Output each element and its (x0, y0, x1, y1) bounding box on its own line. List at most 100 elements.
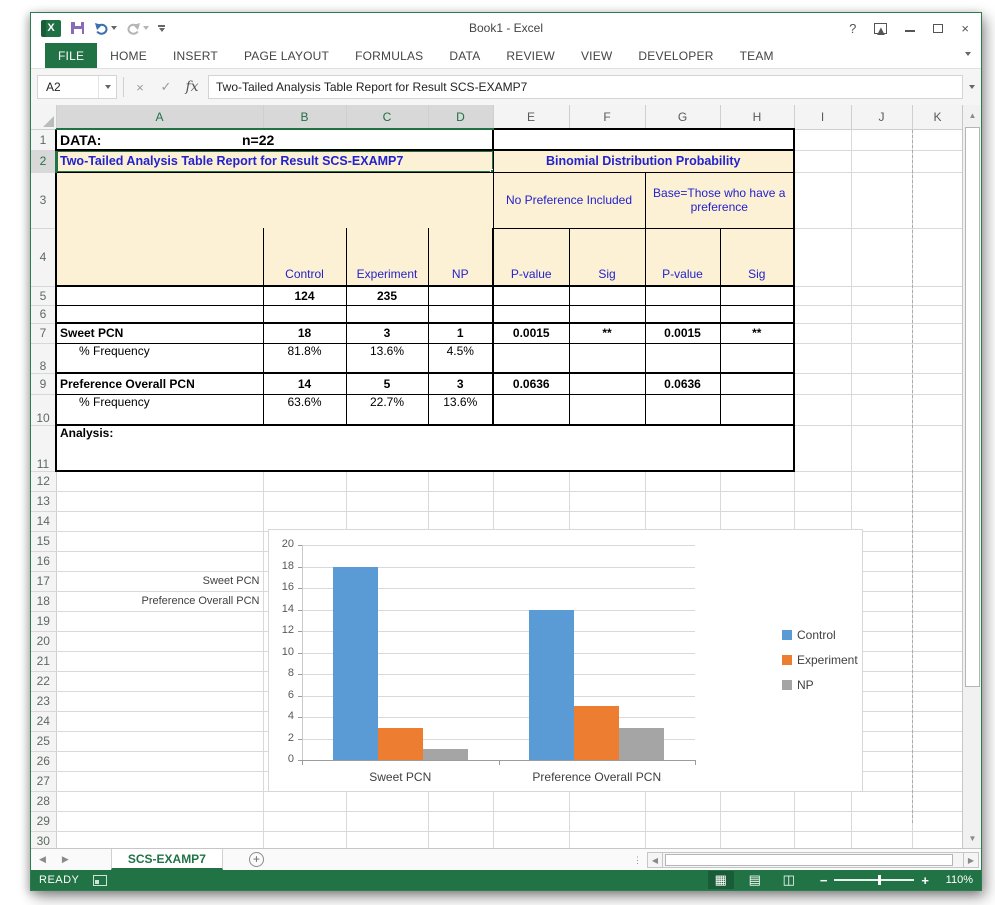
page-layout-view-button[interactable]: ▤ (742, 871, 768, 889)
cell-A19[interactable] (56, 611, 263, 631)
cell-J30[interactable] (851, 831, 912, 848)
row-header-11[interactable]: 11 (31, 425, 56, 471)
cell-B14[interactable] (263, 511, 346, 531)
row-header-20[interactable]: 20 (31, 631, 56, 651)
cell-F30[interactable] (569, 831, 645, 848)
cell-G3[interactable]: Base=Those who have a preference (645, 172, 794, 228)
cell-A4[interactable] (56, 228, 263, 286)
cell-I30[interactable] (794, 831, 851, 848)
cell-E5[interactable] (493, 286, 569, 305)
scrollbar-resize-handle[interactable]: ⋮ (633, 855, 643, 866)
cell-K20[interactable] (912, 631, 963, 651)
fill-handle[interactable] (490, 169, 494, 173)
cell-C29[interactable] (346, 811, 428, 831)
cell-K9[interactable] (912, 373, 963, 394)
row-header-24[interactable]: 24 (31, 711, 56, 731)
cell-A16[interactable] (56, 551, 263, 571)
ribbon-tab-view[interactable]: VIEW (568, 43, 625, 68)
scroll-left-icon[interactable]: ◀ (647, 852, 663, 868)
cell-K7[interactable] (912, 323, 963, 343)
vertical-scroll-thumb[interactable] (965, 127, 980, 687)
cell-C4[interactable]: Experiment (346, 228, 428, 286)
cell-A15[interactable] (56, 531, 263, 551)
row-header-26[interactable]: 26 (31, 751, 56, 771)
row-header-17[interactable]: 17 (31, 571, 56, 591)
cell-I9[interactable] (794, 373, 851, 394)
column-header-F[interactable]: F (569, 105, 645, 129)
previous-sheet-icon[interactable]: ◀ (31, 849, 54, 870)
cell-A17[interactable]: Sweet PCN (56, 571, 263, 591)
scroll-right-icon[interactable]: ▶ (963, 852, 979, 868)
cell-E2[interactable]: Binomial Distribution Probability (493, 150, 794, 172)
cell-B13[interactable] (263, 491, 346, 511)
bar-np-preference-overall-pcn[interactable] (619, 728, 664, 760)
zoom-in-button[interactable]: + (921, 874, 929, 887)
cell-I14[interactable] (794, 511, 851, 531)
cell-D10[interactable]: 13.6% (428, 394, 493, 425)
cell-J13[interactable] (851, 491, 912, 511)
ribbon-tab-home[interactable]: HOME (97, 43, 160, 68)
legend-item-np[interactable]: NP (782, 678, 814, 692)
cell-A14[interactable] (56, 511, 263, 531)
cell-I29[interactable] (794, 811, 851, 831)
cell-A6[interactable] (56, 305, 263, 323)
cell-J9[interactable] (851, 373, 912, 394)
cell-H30[interactable] (720, 831, 794, 848)
cell-E6[interactable] (493, 305, 569, 323)
cell-K11[interactable] (912, 425, 963, 471)
column-header-A[interactable]: A (56, 105, 263, 129)
cell-J8[interactable] (851, 343, 912, 373)
enter-button[interactable]: ✓ (156, 79, 176, 95)
cell-K4[interactable] (912, 228, 963, 286)
cell-K16[interactable] (912, 551, 963, 571)
ribbon-tab-developer[interactable]: DEVELOPER (625, 43, 726, 68)
cell-K15[interactable] (912, 531, 963, 551)
cell-B8[interactable]: 81.8% (263, 343, 346, 373)
column-header-I[interactable]: I (794, 105, 851, 129)
insert-function-button[interactable]: fx (182, 79, 202, 95)
cell-F4[interactable]: Sig (569, 228, 645, 286)
cell-J2[interactable] (851, 150, 912, 172)
row-header-21[interactable]: 21 (31, 651, 56, 671)
zoom-slider-thumb[interactable] (878, 875, 881, 885)
cancel-button[interactable]: × (130, 80, 150, 95)
cell-K24[interactable] (912, 711, 963, 731)
close-button[interactable]: × (961, 22, 969, 35)
row-header-28[interactable]: 28 (31, 791, 56, 811)
cell-A26[interactable] (56, 751, 263, 771)
cell-B12[interactable] (263, 471, 346, 491)
horizontal-scroll-thumb[interactable] (665, 854, 953, 866)
ribbon-tab-page-layout[interactable]: PAGE LAYOUT (231, 43, 342, 68)
ribbon-display-options-icon[interactable]: ▲ (874, 23, 887, 34)
row-header-1[interactable]: 1 (31, 129, 56, 150)
cell-C13[interactable] (346, 491, 428, 511)
cell-K29[interactable] (912, 811, 963, 831)
row-header-2[interactable]: 2 (31, 150, 56, 172)
cell-A9[interactable]: Preference Overall PCN (56, 373, 263, 394)
cell-F6[interactable] (569, 305, 645, 323)
row-header-10[interactable]: 10 (31, 394, 56, 425)
cell-J29[interactable] (851, 811, 912, 831)
cell-J28[interactable] (851, 791, 912, 811)
row-header-5[interactable]: 5 (31, 286, 56, 305)
cell-E30[interactable] (493, 831, 569, 848)
cell-B4[interactable]: Control (263, 228, 346, 286)
cell-A1[interactable]: DATA: n=22 (56, 129, 493, 150)
cell-D8[interactable]: 4.5% (428, 343, 493, 373)
redo-button[interactable] (126, 22, 149, 35)
cell-H4[interactable]: Sig (720, 228, 794, 286)
legend-item-control[interactable]: Control (782, 628, 836, 642)
cell-B6[interactable] (263, 305, 346, 323)
cell-E7[interactable]: 0.0015 (493, 323, 569, 343)
cell-J5[interactable] (851, 286, 912, 305)
cell-G5[interactable] (645, 286, 720, 305)
column-header-B[interactable]: B (263, 105, 346, 129)
cell-K2[interactable] (912, 150, 963, 172)
cell-K28[interactable] (912, 791, 963, 811)
select-all-corner[interactable] (31, 105, 56, 129)
cell-C6[interactable] (346, 305, 428, 323)
cell-G7[interactable]: 0.0015 (645, 323, 720, 343)
ribbon-tab-insert[interactable]: INSERT (160, 43, 231, 68)
cell-G8[interactable] (645, 343, 720, 373)
row-header-19[interactable]: 19 (31, 611, 56, 631)
